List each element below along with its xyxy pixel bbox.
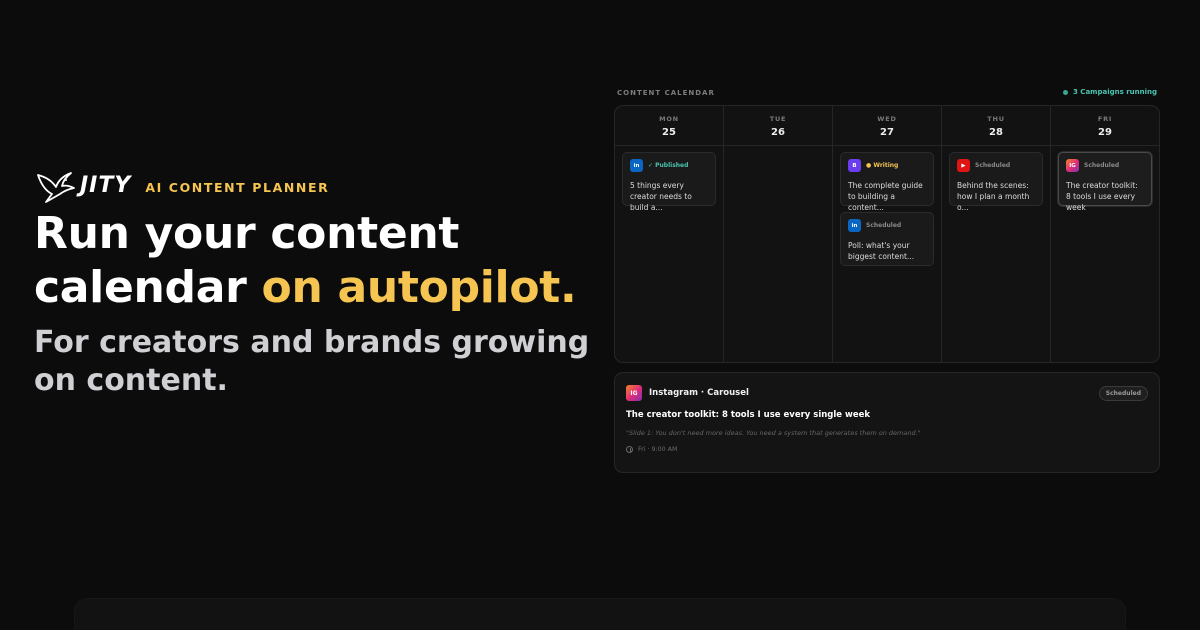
bottom-panel — [74, 598, 1126, 630]
day-body: ▶ Scheduled Behind the scenes: how I plan … — [942, 146, 1050, 212]
detail-time: Fri · 9:00 AM — [626, 446, 1148, 453]
day-date: 26 — [771, 127, 785, 138]
youtube-icon: ▶ — [957, 159, 970, 172]
day-date: 29 — [1098, 127, 1112, 138]
day-column-wed: WED 27 B ● Writing The complete guide to bui… — [833, 106, 942, 362]
calendar-title: CONTENT CALENDAR — [617, 89, 715, 97]
clock-icon — [626, 446, 633, 453]
brand-tagline: AI CONTENT PLANNER — [145, 179, 330, 195]
day-body: B ● Writing The complete guide to building… — [833, 146, 941, 272]
card-title: 5 things every creator needs to build a.… — [630, 181, 692, 212]
post-detail-panel[interactable]: IG Instagram · Carousel Scheduled The cr… — [614, 372, 1160, 473]
hummingbird-logo-icon — [37, 172, 75, 203]
detail-header: IG Instagram · Carousel — [626, 385, 1148, 401]
day-header: MON 25 — [615, 106, 723, 146]
status-badge: Scheduled — [1098, 386, 1148, 401]
content-card[interactable]: in ✓ Published 5 things every creator need… — [622, 152, 716, 212]
day-of-week: WED — [877, 115, 897, 123]
headline-line2: calendar — [34, 262, 262, 313]
card-status: Scheduled — [975, 162, 1011, 169]
detail-title: The creator toolkit: 8 tools I use every… — [626, 410, 871, 420]
brand-row: JITY AI CONTENT PLANNER — [36, 167, 329, 203]
card-header: in ✓ Published — [630, 159, 708, 172]
day-body: in ✓ Published 5 things every creator need… — [615, 146, 723, 212]
content-calendar: MON 25 in ✓ Published 5 things every creator… — [614, 105, 1160, 363]
day-header: FRI 29 — [1051, 106, 1159, 146]
day-header: TUE 26 — [724, 106, 832, 146]
detail-time-label: Fri · 9:00 AM — [638, 446, 678, 453]
card-header: B ● Writing — [848, 159, 926, 172]
blog-icon: B — [848, 159, 861, 172]
campaigns-status: 3 Campaigns running — [1063, 88, 1157, 96]
day-body — [724, 146, 832, 158]
day-body: IG Scheduled The creator toolkit: 8 tools … — [1051, 146, 1159, 212]
day-column-mon: MON 25 in ✓ Published 5 things every creator… — [615, 106, 724, 362]
headline-line1: Run your content — [34, 208, 460, 259]
day-date: 27 — [880, 127, 894, 138]
content-card[interactable]: IG Scheduled The creator toolkit: 8 tools … — [1058, 152, 1152, 212]
instagram-icon: IG — [626, 385, 642, 401]
hero-headline: Run your content calendar on autopilot. — [34, 207, 594, 315]
content-card[interactable]: B ● Writing The complete guide to building… — [840, 152, 934, 212]
card-status: ✓ Published — [648, 162, 689, 169]
card-title: The complete guide to building a content… — [848, 181, 923, 212]
day-date: 28 — [989, 127, 1003, 138]
card-status: ● Writing — [866, 162, 899, 169]
headline-accent: on autopilot. — [261, 262, 577, 313]
card-status: Scheduled — [866, 222, 902, 229]
day-column-tue: TUE 26 — [724, 106, 833, 362]
detail-platform: Instagram · Carousel — [649, 388, 749, 398]
campaigns-label: 3 Campaigns running — [1073, 88, 1157, 96]
card-header: ▶ Scheduled — [957, 159, 1035, 172]
linkedin-icon: in — [848, 219, 861, 232]
content-card[interactable]: in Scheduled Poll: what's your biggest con… — [840, 212, 934, 266]
detail-quote: "Slide 1: You don't need more ideas. You… — [626, 429, 921, 437]
card-title: Behind the scenes: how I plan a month o.… — [957, 181, 1030, 212]
day-column-fri: FRI 29 IG Scheduled The creator toolkit: 8 t… — [1051, 106, 1159, 362]
card-header: in Scheduled — [848, 219, 926, 232]
day-header: THU 28 — [942, 106, 1050, 146]
day-date: 25 — [662, 127, 676, 138]
instagram-icon: IG — [1066, 159, 1079, 172]
card-title: Poll: what's your biggest content... — [848, 241, 915, 261]
day-of-week: TUE — [769, 115, 787, 123]
status-dot-icon — [1063, 89, 1068, 95]
brand-wordmark: JITY — [80, 172, 132, 198]
card-title: The creator toolkit: 8 tools I use every… — [1066, 181, 1138, 212]
hero-subhead: For creators and brands growing on conte… — [34, 325, 590, 398]
day-of-week: FRI — [1097, 115, 1113, 123]
linkedin-icon: in — [630, 159, 643, 172]
day-header: WED 27 — [833, 106, 941, 146]
content-card[interactable]: ▶ Scheduled Behind the scenes: how I plan … — [949, 152, 1043, 212]
day-column-thu: THU 28 ▶ Scheduled Behind the scenes: how I … — [942, 106, 1051, 362]
card-header: IG Scheduled — [1066, 159, 1144, 172]
card-status: Scheduled — [1084, 162, 1120, 169]
day-of-week: MON — [659, 115, 679, 123]
day-of-week: THU — [987, 115, 1005, 123]
